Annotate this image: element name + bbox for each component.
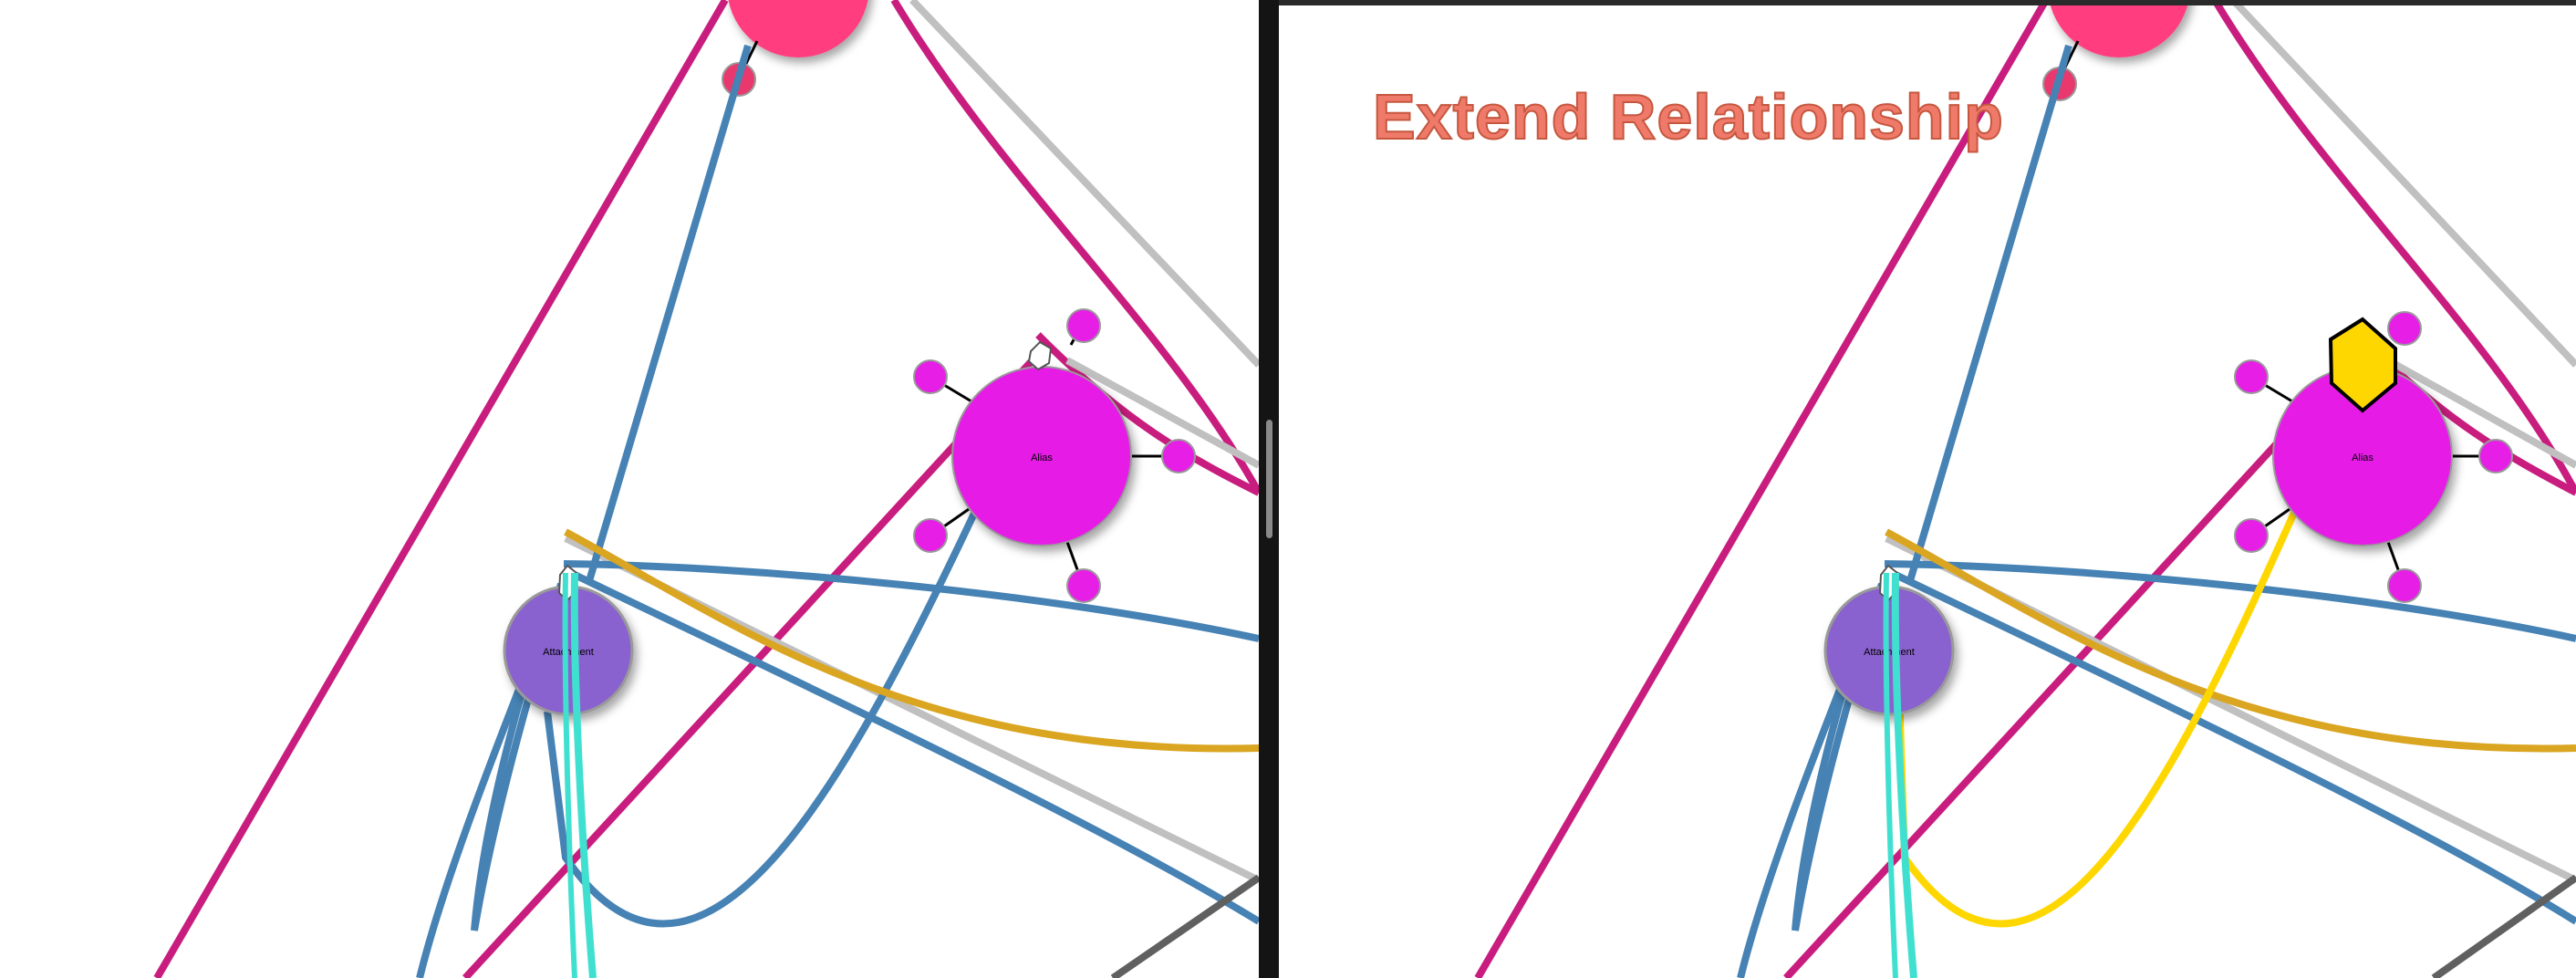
- alias-port[interactable]: [913, 359, 948, 394]
- relation-line-blue-2[interactable]: [563, 560, 1260, 642]
- alias-label: Alias: [2352, 453, 2373, 463]
- alias-port[interactable]: [2478, 439, 2513, 473]
- alias-port[interactable]: [2387, 311, 2422, 346]
- alias-port[interactable]: [1066, 308, 1101, 343]
- relation-line-gray[interactable]: [1110, 874, 1262, 978]
- alias-port[interactable]: [2234, 518, 2269, 553]
- scrollbar-thumb[interactable]: [1266, 420, 1272, 538]
- attachment-label: Attachment: [1864, 647, 1915, 658]
- alias-port[interactable]: [1066, 568, 1101, 603]
- attachment-label: Attachment: [543, 647, 594, 658]
- alias-port[interactable]: [1161, 439, 1196, 473]
- relation-line-blue-2[interactable]: [1884, 560, 2576, 642]
- alias-port[interactable]: [2387, 568, 2422, 603]
- relation-line-magenta-1[interactable]: [153, 0, 729, 978]
- relation-line-silver-1[interactable]: [2230, 0, 2576, 368]
- alias-label: Alias: [1031, 453, 1053, 463]
- alias-port[interactable]: [2234, 359, 2269, 394]
- diagram-canvas: Alias Attachment Alias Attachment: [153, 0, 2576, 978]
- alias-port[interactable]: [913, 518, 948, 553]
- relation-line-blue-1[interactable]: [585, 44, 752, 586]
- left-panel: Alias Attachment: [153, 0, 1262, 978]
- panel-title: Extend Relationship: [1372, 80, 2004, 153]
- window-top-edge: [1279, 0, 2576, 5]
- relation-line-gray[interactable]: [2431, 874, 2576, 978]
- handle-marker-white[interactable]: [1027, 340, 1053, 371]
